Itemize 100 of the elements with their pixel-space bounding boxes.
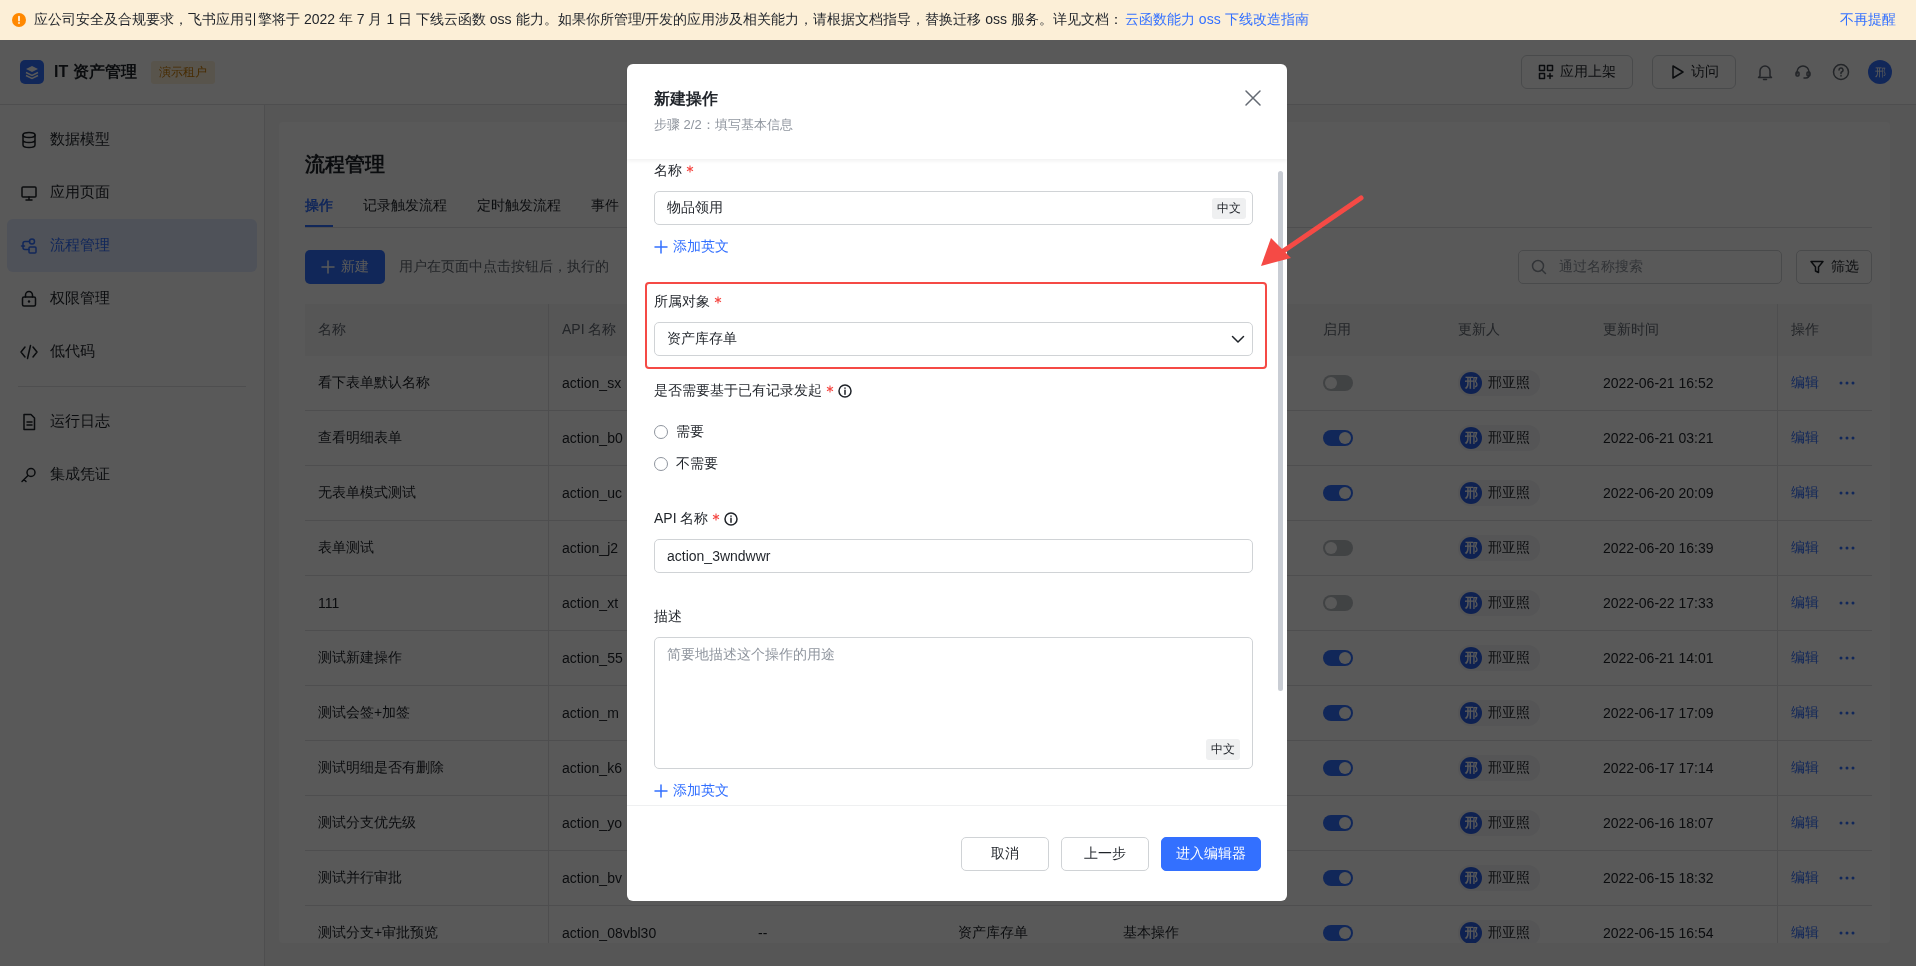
table-cell: 测试新建操作 (318, 649, 402, 667)
edit-link[interactable]: 编辑 (1791, 924, 1819, 942)
more-icon[interactable] (1839, 491, 1855, 495)
table-cell: action_m (562, 705, 619, 721)
more-icon[interactable] (1839, 821, 1855, 825)
table-cell: 测试会签+加签 (318, 704, 411, 722)
tab[interactable]: 记录触发流程 (363, 186, 447, 227)
edit-link[interactable]: 编辑 (1791, 814, 1819, 832)
add-english-link[interactable]: 添加英文 (654, 237, 729, 257)
sidebar-item[interactable]: 权限管理 (7, 272, 257, 325)
toggle-switch[interactable] (1323, 375, 1353, 391)
more-icon[interactable] (1839, 931, 1855, 935)
more-icon[interactable] (1839, 766, 1855, 770)
table-cell: 资产库存单 (958, 924, 1028, 942)
more-icon[interactable] (1839, 381, 1855, 385)
description-field[interactable]: 简要地描述这个操作的用途 中文 (654, 637, 1253, 769)
edit-link[interactable]: 编辑 (1791, 759, 1819, 777)
field-label: API 名称 (654, 510, 709, 528)
table-cell: 测试分支+审批预览 (318, 924, 439, 942)
toggle-switch[interactable] (1323, 870, 1353, 886)
header-button[interactable]: 应用上架 (1521, 55, 1633, 89)
table-cell: 2022-06-20 16:39 (1603, 540, 1714, 556)
code-icon (20, 342, 38, 361)
edit-link[interactable]: 编辑 (1791, 539, 1819, 557)
toggle-switch[interactable] (1323, 430, 1353, 446)
guide-link[interactable]: 云函数能力 oss 下线改造指南 (1124, 11, 1309, 29)
toggle-switch[interactable] (1323, 760, 1353, 776)
more-icon[interactable] (1839, 711, 1855, 715)
user-avatar: 邢 (1460, 812, 1482, 834)
tab[interactable]: 定时触发流程 (477, 186, 561, 227)
plus-icon (654, 240, 668, 254)
edit-link[interactable]: 编辑 (1791, 869, 1819, 887)
dismiss-link[interactable]: 不再提醒 (1840, 11, 1896, 29)
select-field[interactable]: 资产库存单 (654, 322, 1253, 356)
grid-icon (1538, 64, 1554, 80)
table-cell: 2022-06-17 17:09 (1603, 705, 1714, 721)
user-name: 邢亚照 (1488, 869, 1530, 887)
tab[interactable]: 事件 (591, 186, 619, 227)
more-icon[interactable] (1839, 601, 1855, 605)
edit-link[interactable]: 编辑 (1791, 704, 1819, 722)
radio-option[interactable]: 不需要 (654, 451, 1253, 477)
more-icon[interactable] (1839, 436, 1855, 440)
table-cell: action_uc (562, 485, 622, 501)
field-label: 是否需要基于已有记录发起 (654, 382, 822, 400)
table-cell: action_08vbl30 (562, 925, 657, 941)
user-avatar[interactable]: 邢 (1868, 60, 1892, 84)
table-cell: 2022-06-16 18:07 (1603, 815, 1714, 831)
help-icon[interactable] (1832, 63, 1850, 81)
sidebar-item[interactable]: 流程管理 (7, 219, 257, 272)
toggle-switch[interactable] (1323, 485, 1353, 501)
toggle-switch[interactable] (1323, 815, 1353, 831)
toggle-switch[interactable] (1323, 925, 1353, 941)
input-field[interactable]: 物品领用 中文 (654, 191, 1253, 225)
table-cell: 基本操作 (1123, 924, 1179, 942)
toggle-switch[interactable] (1323, 595, 1353, 611)
sidebar-item[interactable]: 集成凭证 (7, 448, 257, 501)
radio-option[interactable]: 需要 (654, 419, 1253, 445)
filter-button[interactable]: 筛选 (1796, 250, 1872, 284)
add-english-link[interactable]: 添加英文 (654, 781, 729, 801)
new-button[interactable]: 新建 (305, 250, 385, 284)
table-cell: 2022-06-17 17:14 (1603, 760, 1714, 776)
bell-icon[interactable] (1756, 63, 1774, 81)
table-cell: action_j2 (562, 540, 619, 556)
header-button[interactable]: 访问 (1652, 55, 1736, 89)
close-icon[interactable] (1243, 88, 1263, 108)
more-icon[interactable] (1839, 876, 1855, 880)
field-label: 描述 (654, 608, 682, 626)
tab[interactable]: 操作 (305, 186, 333, 227)
sidebar-item[interactable]: 低代码 (7, 325, 257, 378)
edit-link[interactable]: 编辑 (1791, 374, 1819, 392)
more-icon[interactable] (1839, 546, 1855, 550)
user-name: 邢亚照 (1488, 594, 1530, 612)
edit-link[interactable]: 编辑 (1791, 429, 1819, 447)
input-field[interactable]: action_3wndwwr (654, 539, 1253, 573)
app-logo (20, 60, 44, 84)
dialog-button[interactable]: 上一步 (1061, 836, 1149, 871)
sidebar-item[interactable]: 数据模型 (7, 113, 257, 166)
sidebar-item[interactable]: 运行日志 (7, 395, 257, 448)
step-text: 步骤 2/2：填写基本信息 (654, 116, 793, 134)
user-avatar: 邢 (1460, 537, 1482, 559)
language-tag: 中文 (1206, 739, 1240, 760)
toggle-switch[interactable] (1323, 540, 1353, 556)
user-name: 邢亚照 (1488, 759, 1530, 777)
edit-link[interactable]: 编辑 (1791, 594, 1819, 612)
toggle-switch[interactable] (1323, 705, 1353, 721)
table-cell: 2022-06-15 18:32 (1603, 870, 1714, 886)
toggle-switch[interactable] (1323, 650, 1353, 666)
dialog-button[interactable]: 取消 (961, 836, 1049, 871)
user-name: 邢亚照 (1488, 704, 1530, 722)
table-cell: 2022-06-15 16:54 (1603, 925, 1714, 941)
edit-link[interactable]: 编辑 (1791, 649, 1819, 667)
more-icon[interactable] (1839, 656, 1855, 660)
user-avatar: 邢 (1460, 647, 1482, 669)
table-cell: 2022-06-21 03:21 (1603, 430, 1714, 446)
headset-icon[interactable] (1794, 63, 1812, 81)
sidebar-item[interactable]: 应用页面 (7, 166, 257, 219)
warning-icon (12, 13, 26, 27)
table-cell: action_sx (562, 375, 622, 391)
edit-link[interactable]: 编辑 (1791, 484, 1819, 502)
dialog-button[interactable]: 进入编辑器 (1161, 836, 1261, 871)
